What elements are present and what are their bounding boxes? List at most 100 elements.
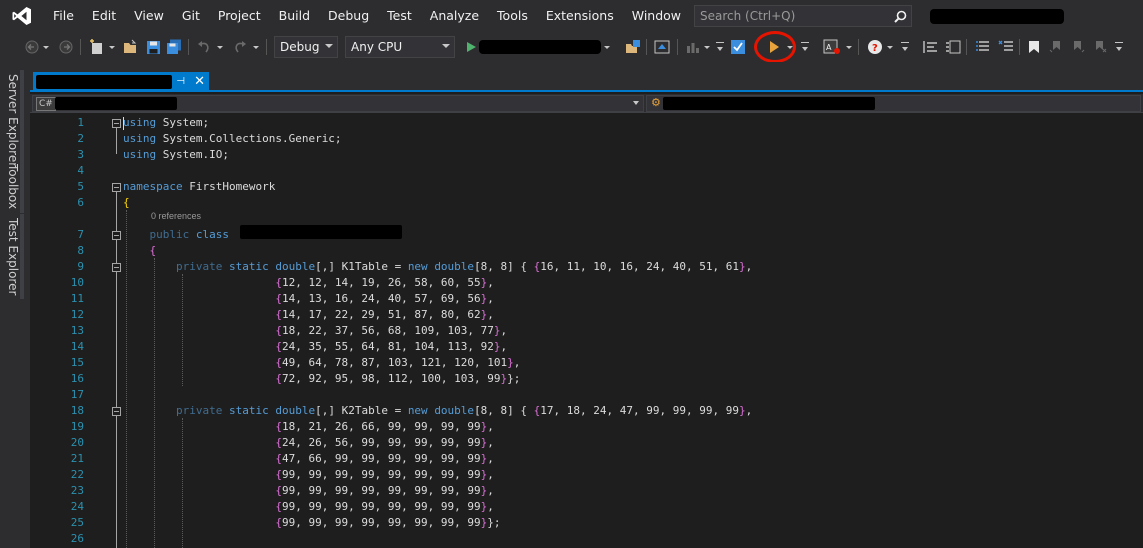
side-tab-toolbox[interactable]: Toolbox xyxy=(6,160,24,213)
open-file-icon[interactable] xyxy=(122,37,140,57)
open-in-browser-icon[interactable] xyxy=(624,37,642,57)
code-line[interactable]: 24 {99, 99, 99, 99, 99, 99, 99, 99}, xyxy=(30,499,1143,515)
code-line[interactable]: 7 public class xyxy=(30,227,1143,243)
start-debugging-icon[interactable] xyxy=(464,37,478,57)
code-line[interactable]: 1 using System; xyxy=(30,115,1143,131)
code-analysis-icon[interactable]: A xyxy=(822,37,842,57)
save-all-icon[interactable] xyxy=(166,37,182,57)
save-icon[interactable] xyxy=(145,37,161,57)
code-line[interactable]: 5 namespace FirstHomework xyxy=(30,179,1143,195)
new-project-dropdown-icon[interactable] xyxy=(108,37,116,57)
redo-icon[interactable] xyxy=(232,37,248,57)
document-tab-active[interactable]: ⊣ ✕ xyxy=(33,72,209,92)
menu-debug[interactable]: Debug xyxy=(319,0,378,32)
overflow-grip-icon[interactable] xyxy=(1112,37,1126,57)
uncomment-lines-icon[interactable] xyxy=(997,37,1015,57)
redo-dropdown-icon[interactable] xyxy=(252,37,260,57)
side-tab-server-explorer[interactable]: Server Explorer xyxy=(6,70,24,172)
code-line[interactable]: 2 using System.Collections.Generic; xyxy=(30,131,1143,147)
menu-file[interactable]: File xyxy=(44,0,83,32)
code-line[interactable]: 26 xyxy=(30,531,1143,547)
browser-link-icon[interactable] xyxy=(653,37,671,57)
search-box[interactable]: Search (Ctrl+Q) xyxy=(694,5,912,27)
analysis-dropdown-icon[interactable] xyxy=(845,37,853,57)
code-line[interactable]: 21 {47, 66, 99, 99, 99, 99, 99, 99}, xyxy=(30,451,1143,467)
menu-project[interactable]: Project xyxy=(209,0,270,32)
collapse-region-icon[interactable] xyxy=(112,183,121,192)
code-line[interactable]: 16 {72, 92, 95, 98, 112, 100, 103, 99}}; xyxy=(30,371,1143,387)
code-line[interactable]: 18 private static double[,] K2Table = ne… xyxy=(30,403,1143,419)
diagnostic-tools-icon[interactable] xyxy=(685,37,701,57)
menu-git[interactable]: Git xyxy=(173,0,209,32)
menu-build[interactable]: Build xyxy=(270,0,319,32)
code-line[interactable]: 13 {18, 22, 37, 56, 68, 109, 103, 77}, xyxy=(30,323,1143,339)
type-dropdown[interactable]: ⚙ xyxy=(646,95,1141,112)
menu-edit[interactable]: Edit xyxy=(83,0,125,32)
line-number: 9 xyxy=(77,260,84,273)
menu-extensions[interactable]: Extensions xyxy=(537,0,623,32)
undo-icon[interactable] xyxy=(196,37,212,57)
code-line[interactable]: 20 {24, 26, 56, 99, 99, 99, 99, 99}, xyxy=(30,435,1143,451)
overflow-grip-icon[interactable] xyxy=(713,37,727,57)
search-input[interactable]: Search (Ctrl+Q) xyxy=(700,9,889,23)
close-tab-icon[interactable]: ✕ xyxy=(194,75,205,89)
code-line[interactable]: 8 { xyxy=(30,243,1143,259)
clear-bookmarks-icon[interactable] xyxy=(1092,37,1108,57)
run-dropdown-icon[interactable] xyxy=(786,37,794,57)
collapse-region-icon[interactable] xyxy=(112,119,121,128)
pin-tab-icon[interactable]: ⊣ xyxy=(176,75,185,89)
search-icon[interactable] xyxy=(889,6,911,26)
code-line[interactable]: 17 xyxy=(30,387,1143,403)
solution-configuration-dropdown[interactable]: Debug xyxy=(274,36,338,58)
menu-tools[interactable]: Tools xyxy=(488,0,537,32)
navigate-back-icon[interactable] xyxy=(24,37,40,57)
start-dropdown-icon[interactable] xyxy=(603,37,611,57)
code-line[interactable]: 19 {18, 21, 26, 66, 99, 99, 99, 99}, xyxy=(30,419,1143,435)
side-tab-test-explorer[interactable]: Test Explorer xyxy=(6,214,24,300)
visual-studio-logo-icon[interactable] xyxy=(0,0,44,32)
code-line[interactable]: 22 {99, 99, 99, 99, 99, 99, 99, 99}, xyxy=(30,467,1143,483)
code-line[interactable]: 14 {24, 35, 55, 64, 81, 104, 113, 92}, xyxy=(30,339,1143,355)
menu-test[interactable]: Test xyxy=(378,0,421,32)
code-line[interactable]: 6{ xyxy=(30,195,1143,211)
next-bookmark-icon[interactable] xyxy=(1070,37,1086,57)
code-line[interactable]: 23 {99, 99, 99, 99, 99, 99, 99, 99}, xyxy=(30,483,1143,499)
start-without-debugging-icon[interactable] xyxy=(766,37,782,57)
comment-lines-icon[interactable] xyxy=(974,37,992,57)
diagnostic-dropdown-icon[interactable] xyxy=(703,37,711,57)
code-line[interactable]: 11 {14, 13, 16, 24, 40, 57, 69, 56}, xyxy=(30,291,1143,307)
track-active-item-icon[interactable] xyxy=(729,37,747,57)
help-dropdown-icon[interactable] xyxy=(886,37,894,57)
menu-view[interactable]: View xyxy=(125,0,173,32)
code-line[interactable]: 9 private static double[,] K1Table = new… xyxy=(30,259,1143,275)
navigate-forward-icon[interactable] xyxy=(58,37,74,57)
code-line[interactable]: 12 {14, 17, 22, 29, 51, 87, 80, 62}, xyxy=(30,307,1143,323)
code-line[interactable]: 4 xyxy=(30,163,1143,179)
undo-dropdown-icon[interactable] xyxy=(216,37,224,57)
help-icon[interactable]: ? xyxy=(866,37,884,57)
navigate-back-dropdown-icon[interactable] xyxy=(42,37,50,57)
collapse-region-icon[interactable] xyxy=(112,407,121,416)
menu-window[interactable]: Window xyxy=(623,0,690,32)
property-pages-icon[interactable] xyxy=(944,37,962,57)
line-number: 8 xyxy=(77,244,84,257)
code-editor[interactable]: 0 references 1 using System; 2 using System… xyxy=(30,114,1143,548)
solution-platform-dropdown[interactable]: Any CPU xyxy=(345,36,455,58)
overflow-grip-icon[interactable] xyxy=(798,37,812,57)
menu-analyze[interactable]: Analyze xyxy=(421,0,488,32)
code-line[interactable]: 25 {99, 99, 99, 99, 99, 99, 99, 99}}; xyxy=(30,515,1143,531)
code-line[interactable]: 3 using System.IO; xyxy=(30,147,1143,163)
bookmark-icon[interactable] xyxy=(1026,37,1042,57)
align-left-icon[interactable] xyxy=(922,37,940,57)
collapse-region-icon[interactable] xyxy=(112,231,121,240)
previous-bookmark-icon[interactable] xyxy=(1048,37,1064,57)
code-lens-references[interactable]: 0 references xyxy=(151,211,201,221)
project-dropdown[interactable]: C# xyxy=(32,95,644,112)
collapse-region-icon[interactable] xyxy=(112,263,121,272)
code-line[interactable]: 10 {12, 12, 14, 19, 26, 58, 60, 55}, xyxy=(30,275,1143,291)
code-line[interactable]: 15 {49, 64, 78, 87, 103, 121, 120, 101}, xyxy=(30,355,1143,371)
overflow-grip-icon[interactable] xyxy=(898,37,912,57)
new-project-icon[interactable] xyxy=(88,37,106,57)
